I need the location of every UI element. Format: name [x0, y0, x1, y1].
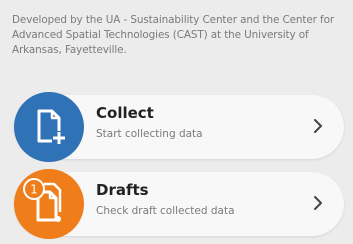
chevron-right-icon: [314, 119, 322, 133]
collect-button[interactable]: Collect Start collecting data: [14, 92, 344, 162]
drafts-title: Drafts: [96, 181, 149, 199]
draft-count-badge: 1: [23, 178, 45, 200]
drafts-subtitle: Check draft collected data: [96, 205, 235, 217]
drafts-icon-circle: 1: [14, 169, 84, 239]
collect-title: Collect: [96, 104, 154, 122]
chevron-right-icon: [314, 196, 322, 210]
credits-text: Developed by the UA - Sustainability Cen…: [12, 14, 335, 56]
collect-icon-circle: [14, 92, 84, 162]
drafts-button[interactable]: 1 Drafts Check draft collected data: [14, 169, 344, 239]
new-document-icon: [37, 109, 66, 145]
collect-subtitle: Start collecting data: [96, 128, 203, 140]
draft-count-text: 1: [30, 183, 38, 197]
